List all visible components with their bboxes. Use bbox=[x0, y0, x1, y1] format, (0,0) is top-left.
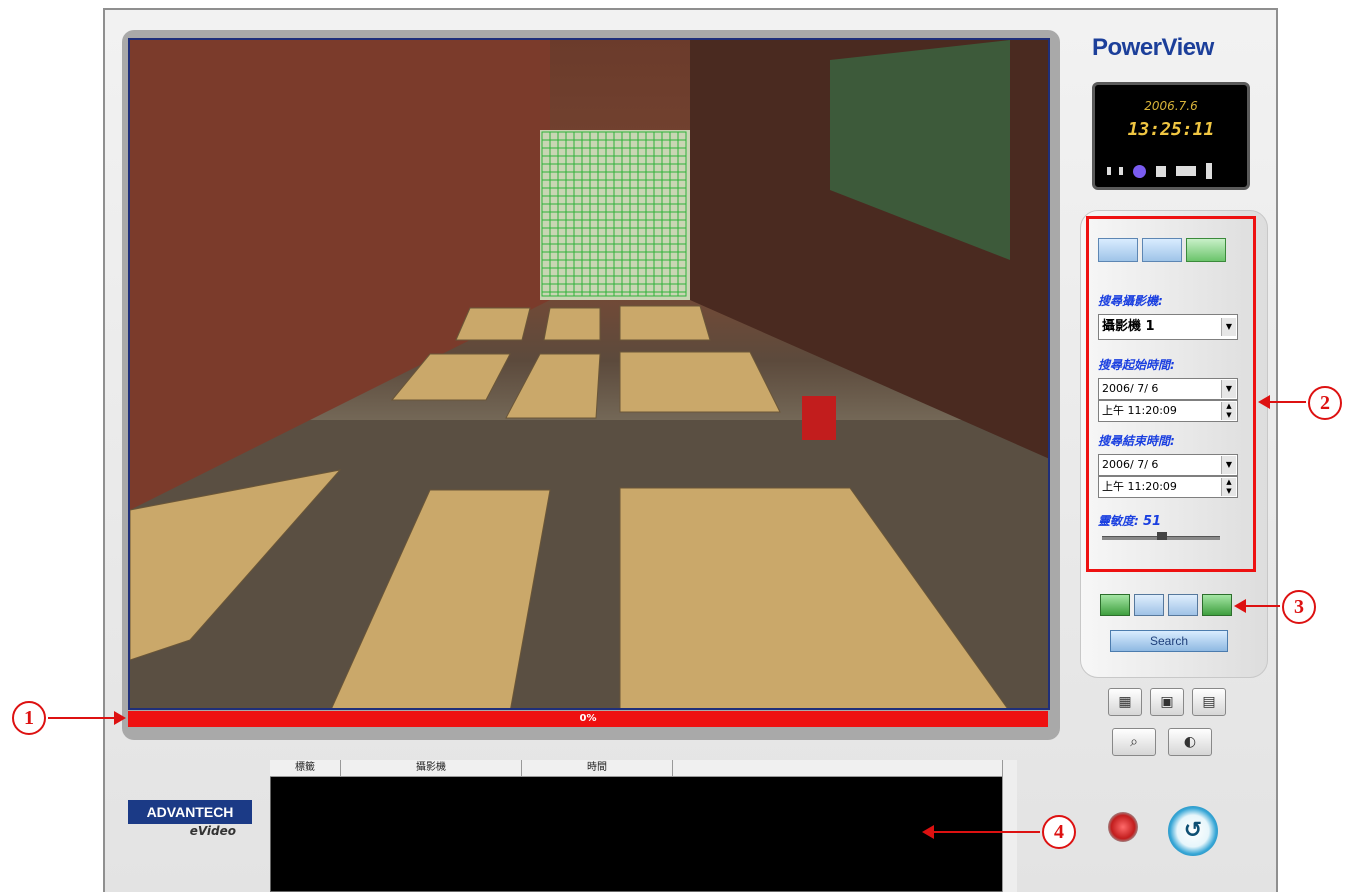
save-button[interactable]: ▣ bbox=[1150, 688, 1184, 716]
end-time-label: 搜尋結束時間: bbox=[1098, 434, 1175, 448]
undo-icon: ↺ bbox=[1183, 818, 1203, 843]
start-time-spinner[interactable]: 上午 11:20:09 ▲ ▼ bbox=[1098, 400, 1238, 422]
video-view[interactable] bbox=[128, 38, 1050, 710]
end-date-picker[interactable]: 2006/ 7/ 6 ▼ bbox=[1098, 454, 1238, 476]
clock-date: 2006.7.6 bbox=[1144, 99, 1198, 113]
callout-2-arrow bbox=[1258, 395, 1306, 409]
grid-view-icon[interactable] bbox=[1107, 167, 1123, 175]
floppy-icon: ▣ bbox=[1160, 694, 1174, 710]
record-status-icon[interactable] bbox=[1133, 164, 1146, 178]
printer-icon: ▤ bbox=[1202, 694, 1216, 710]
result-list[interactable] bbox=[270, 760, 1016, 892]
stop-button[interactable] bbox=[1108, 812, 1138, 842]
column-camera[interactable]: 攝影機 bbox=[341, 760, 522, 776]
callout-1-arrow bbox=[48, 711, 126, 725]
column-tag[interactable]: 標籤 bbox=[270, 760, 341, 776]
search-button[interactable]: Search bbox=[1110, 630, 1228, 652]
print-region-button[interactable] bbox=[1202, 594, 1232, 616]
chevron-down-icon[interactable]: ▼ bbox=[1221, 456, 1236, 474]
progress-bar: 0% bbox=[128, 711, 1048, 727]
start-date-value: 2006/ 7/ 6 bbox=[1102, 382, 1159, 395]
start-date-picker[interactable]: 2006/ 7/ 6 ▼ bbox=[1098, 378, 1238, 400]
save-icon[interactable] bbox=[1156, 165, 1166, 177]
callout-3: 3 bbox=[1282, 590, 1316, 624]
callout-2: 2 bbox=[1308, 386, 1342, 420]
clear-region-button[interactable] bbox=[1168, 594, 1198, 616]
column-blank bbox=[673, 760, 1002, 776]
camera-select[interactable]: 攝影機 1 ▼ bbox=[1098, 314, 1238, 340]
select-all-regions-button[interactable] bbox=[1100, 594, 1130, 616]
add-region-button[interactable] bbox=[1134, 594, 1164, 616]
print-button[interactable]: ▤ bbox=[1192, 688, 1226, 716]
start-time-value: 上午 11:20:09 bbox=[1102, 404, 1177, 417]
end-time-spinner[interactable]: 上午 11:20:09 ▲ ▼ bbox=[1098, 476, 1238, 498]
callout-4-arrow bbox=[922, 825, 1040, 839]
camera-search-mode-button[interactable] bbox=[1142, 238, 1182, 262]
callout-1: 1 bbox=[12, 701, 46, 735]
chevron-down-icon[interactable]: ▼ bbox=[1221, 318, 1236, 336]
network-icon[interactable] bbox=[1176, 166, 1196, 176]
magnifier-icon: ⌕ bbox=[1130, 734, 1138, 750]
result-list-scrollbar[interactable] bbox=[1002, 760, 1017, 892]
sensitivity-label: 靈敏度: 51 bbox=[1098, 512, 1161, 529]
callout-3-arrow bbox=[1234, 599, 1280, 613]
motion-search-mode-button[interactable] bbox=[1186, 238, 1226, 262]
start-time-label: 搜尋起始時間: bbox=[1098, 358, 1175, 372]
end-time-value: 上午 11:20:09 bbox=[1102, 480, 1177, 493]
sensitivity-label-text: 靈敏度: bbox=[1098, 514, 1139, 528]
brand-title: PowerView bbox=[1092, 34, 1214, 61]
logo-product: eVideo bbox=[189, 824, 236, 838]
time-search-mode-button[interactable] bbox=[1098, 238, 1138, 262]
column-time[interactable]: 時間 bbox=[522, 760, 673, 776]
sensitivity-slider-thumb[interactable] bbox=[1157, 532, 1168, 540]
result-list-header: 標籤 攝影機 時間 bbox=[270, 760, 1002, 777]
snapshot-button[interactable]: ◐ bbox=[1168, 728, 1212, 756]
sensitivity-value: 51 bbox=[1143, 514, 1162, 529]
clock-time: 13:25:11 bbox=[1127, 119, 1215, 140]
spin-arrows-icon[interactable]: ▲ ▼ bbox=[1221, 478, 1236, 496]
company-logo: ADVANTECH eVideo bbox=[128, 800, 252, 842]
grid-icon: ▦ bbox=[1118, 694, 1132, 710]
spin-arrows-icon[interactable]: ▲ ▼ bbox=[1221, 402, 1236, 420]
callout-4: 4 bbox=[1042, 815, 1076, 849]
end-date-value: 2006/ 7/ 6 bbox=[1102, 458, 1159, 471]
clock-display: 2006.7.6 13:25:11 bbox=[1092, 82, 1250, 190]
camera-icon: ◐ bbox=[1183, 734, 1197, 750]
chevron-down-icon[interactable]: ▼ bbox=[1221, 380, 1236, 398]
camera-label: 搜尋攝影機: bbox=[1098, 294, 1163, 308]
device-icon[interactable] bbox=[1206, 163, 1212, 179]
logo-company: ADVANTECH bbox=[128, 800, 252, 824]
zoom-button[interactable]: ⌕ bbox=[1112, 728, 1156, 756]
camera-value: 攝影機 1 bbox=[1102, 319, 1155, 334]
progress-text: 0% bbox=[579, 713, 597, 724]
back-button[interactable]: ↺ bbox=[1168, 806, 1218, 856]
layout-button[interactable]: ▦ bbox=[1108, 688, 1142, 716]
